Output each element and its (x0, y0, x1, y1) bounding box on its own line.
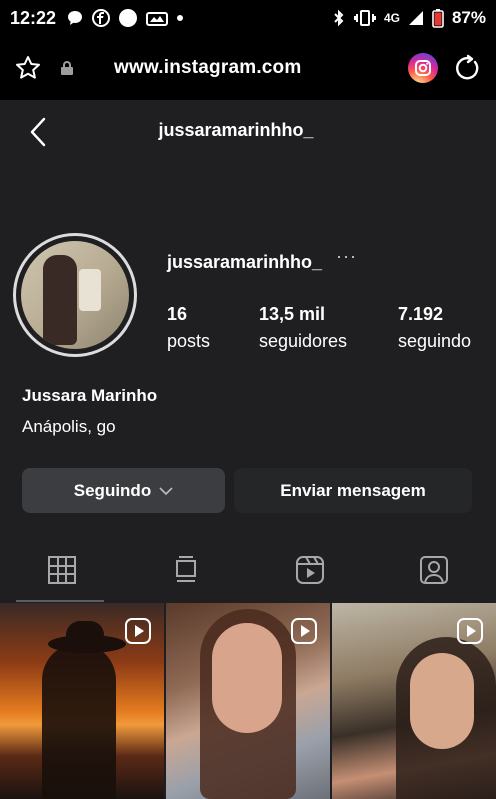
tab-tagged[interactable] (372, 542, 496, 602)
top-nav: jussaramarinhho_ (0, 100, 496, 162)
stat-label: seguindo (398, 331, 472, 351)
stat-value: 7.192 (398, 304, 444, 324)
battery-percent: 87% (451, 8, 486, 27)
tab-grid[interactable] (0, 542, 124, 602)
tagged-icon (419, 555, 449, 590)
status-time: 12:22 (10, 7, 57, 28)
stat-followers[interactable]: 13,5 mil seguidores (259, 304, 398, 352)
reels-icon (295, 555, 325, 590)
avatar-image (21, 241, 129, 349)
profile-stats: 16 posts 13,5 mil seguidores 7.192 segui… (167, 304, 488, 352)
lock-icon (60, 60, 74, 76)
status-bar: 12:22 4G 87% (0, 0, 496, 36)
dot-icon (176, 14, 184, 22)
signal-icon (408, 10, 424, 26)
profile-tabs (0, 542, 496, 602)
tab-reels[interactable] (248, 542, 372, 602)
post-grid (0, 603, 496, 799)
profile-page: jussaramarinhho_ jussaramarinhho_ ··· 16… (0, 100, 496, 799)
battery-icon (432, 8, 444, 28)
url-text[interactable]: www.instagram.com (114, 57, 301, 79)
chat-bubble-icon (66, 9, 84, 27)
following-button-label: Seguindo (73, 480, 152, 500)
reload-icon[interactable] (454, 54, 482, 82)
page-title: jussaramarinhho_ (158, 120, 314, 140)
stat-label: posts (167, 331, 211, 351)
more-options-icon[interactable]: ··· (336, 246, 357, 267)
facebook-icon (92, 9, 111, 27)
profile-full-name: Jussara Marinho (22, 386, 158, 405)
post-thumbnail[interactable] (332, 603, 496, 799)
bluetooth-icon (332, 9, 346, 27)
chevron-down-icon (159, 486, 173, 496)
stat-value: 16 (167, 304, 188, 324)
following-button[interactable]: Seguindo (22, 468, 225, 513)
reel-badge-icon (290, 617, 318, 650)
send-message-label: Enviar mensagem (280, 480, 426, 500)
avatar[interactable] (13, 233, 137, 357)
stat-following[interactable]: 7.192 seguindo (398, 304, 488, 352)
star-icon[interactable] (14, 54, 42, 82)
grid-icon (48, 555, 76, 589)
send-message-button[interactable]: Enviar mensagem (234, 468, 472, 513)
tab-feed[interactable] (124, 542, 248, 602)
reel-badge-icon (456, 617, 484, 650)
profile-username: jussaramarinhho_ (167, 252, 323, 272)
browser-toolbar: www.instagram.com (0, 36, 496, 100)
network-label: 4G (383, 11, 400, 25)
reel-badge-icon (124, 617, 152, 650)
instagram-app-icon[interactable] (408, 53, 438, 83)
post-thumbnail[interactable] (166, 603, 330, 799)
vibrate-icon (353, 10, 376, 26)
profile-bio: Anápolis, go (22, 417, 116, 436)
photo-notification-icon (146, 10, 169, 26)
circle-notification-icon (118, 8, 138, 28)
feed-icon (175, 555, 197, 589)
post-thumbnail[interactable] (0, 603, 164, 799)
stat-label: seguidores (259, 331, 348, 351)
stat-value: 13,5 mil (259, 304, 326, 324)
stat-posts: 16 posts (167, 304, 259, 352)
